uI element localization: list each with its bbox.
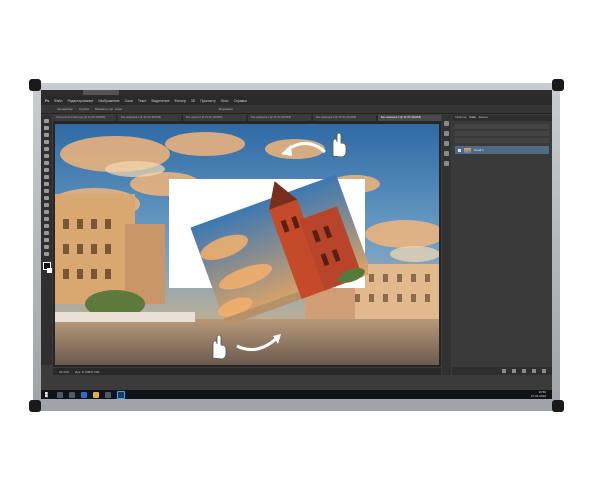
menu-item[interactable]: Файл — [54, 99, 62, 103]
history-icon[interactable] — [444, 121, 449, 126]
menu-bar: Ps Файл Редактирование Изображение Слои … — [41, 96, 552, 105]
brush-tool-icon[interactable] — [44, 168, 49, 172]
lock-row[interactable] — [455, 138, 549, 143]
option-label[interactable]: Показать упр. элем. — [95, 107, 123, 111]
properties-icon[interactable] — [444, 131, 449, 136]
blur-tool-icon[interactable] — [44, 203, 49, 207]
lasso-tool-icon[interactable] — [44, 133, 49, 137]
layer-name[interactable]: Слой 1 — [474, 148, 484, 152]
document-canvas[interactable] — [55, 124, 439, 365]
tab-channels[interactable]: Каналы — [479, 115, 488, 121]
swatches-icon[interactable] — [444, 141, 449, 146]
styles-icon[interactable] — [444, 161, 449, 166]
link-icon[interactable] — [502, 369, 506, 373]
tab-properties[interactable]: Свойства — [455, 115, 466, 121]
stamp-tool-icon[interactable] — [44, 175, 49, 179]
menu-item[interactable]: Текст — [138, 99, 147, 103]
document-size: Док: 8,79M/8,79M — [75, 369, 100, 374]
explorer-icon[interactable] — [93, 391, 99, 398]
hand-tool-icon[interactable] — [44, 245, 49, 249]
gradient-tool-icon[interactable] — [44, 196, 49, 200]
panel-footer — [452, 367, 552, 375]
menu-item[interactable]: Изображение — [98, 99, 119, 103]
menu-item[interactable]: Фильтр — [174, 99, 185, 103]
taskbar-clock[interactable]: 10:56 27.01.2016 — [530, 390, 546, 398]
eye-icon[interactable] — [458, 148, 461, 152]
menu-item[interactable]: 3D — [191, 99, 195, 103]
tools-panel — [41, 115, 52, 365]
task-view-icon[interactable] — [69, 391, 75, 398]
crop-tool-icon[interactable] — [44, 147, 49, 151]
blend-mode-row[interactable] — [455, 131, 549, 136]
hand-gesture-icon — [212, 334, 227, 360]
photoshop-logo: Ps — [45, 98, 50, 103]
clock-date: 27.01.2016 — [530, 393, 546, 398]
layer-thumbnail — [464, 147, 471, 153]
background-color-icon[interactable] — [46, 268, 52, 273]
eraser-tool-icon[interactable] — [44, 189, 49, 193]
panel-tabs: Свойства Слои Каналы — [452, 115, 552, 121]
layers-panel: Свойства Слои Каналы Слой 1 — [452, 115, 552, 375]
status-bar: 33,33% Док: 8,79M/8,79M — [53, 368, 441, 375]
new-layer-icon[interactable] — [532, 369, 536, 373]
layer-filter-row[interactable] — [455, 124, 549, 129]
move-tool-icon[interactable] — [44, 119, 49, 123]
menu-item[interactable]: Редактирование — [68, 99, 94, 103]
trash-icon[interactable] — [542, 369, 546, 373]
history-brush-icon[interactable] — [44, 182, 49, 186]
menu-item[interactable]: Окно — [221, 99, 229, 103]
edge-icon[interactable] — [81, 391, 87, 398]
healing-tool-icon[interactable] — [44, 161, 49, 165]
quick-select-tool-icon[interactable] — [44, 140, 49, 144]
menu-item[interactable]: Выделение — [151, 99, 169, 103]
frame-corner — [552, 400, 564, 412]
panel-icon-strip — [442, 115, 451, 375]
windows-taskbar: 10:56 27.01.2016 — [41, 390, 552, 399]
hand-gesture-icon — [332, 132, 347, 158]
frame-corner — [552, 79, 564, 91]
fx-icon[interactable] — [512, 369, 516, 373]
start-icon[interactable] — [45, 391, 48, 398]
frame-corner — [29, 400, 41, 412]
option-label[interactable]: Группа — [79, 107, 89, 111]
photoshop-icon[interactable] — [117, 390, 125, 399]
layer-row[interactable]: Слой 1 — [455, 146, 549, 154]
option-label[interactable]: Автовыбор: — [57, 107, 73, 111]
menu-item[interactable]: Справка — [234, 99, 247, 103]
store-icon[interactable] — [105, 391, 111, 398]
zoom-tool-icon[interactable] — [44, 252, 49, 256]
option-label[interactable]: 3D-режим: — [219, 107, 234, 111]
dodge-tool-icon[interactable] — [44, 210, 49, 214]
app-badge — [83, 90, 119, 95]
rotated-layer[interactable] — [188, 174, 368, 324]
search-icon[interactable] — [57, 391, 63, 398]
tab-layers[interactable]: Слои — [469, 115, 475, 121]
marquee-tool-icon[interactable] — [44, 126, 49, 130]
adjustments-icon[interactable] — [444, 151, 449, 156]
eyedropper-tool-icon[interactable] — [44, 154, 49, 158]
screen: Ps Файл Редактирование Изображение Слои … — [41, 90, 552, 399]
shape-tool-icon[interactable] — [44, 238, 49, 242]
type-tool-icon[interactable] — [44, 224, 49, 228]
menu-item[interactable]: Слои — [125, 99, 133, 103]
options-bar: Автовыбор: Группа Показать упр. элем. 3D… — [41, 105, 552, 114]
pen-tool-icon[interactable] — [44, 217, 49, 221]
frame-corner — [29, 79, 41, 91]
path-select-tool-icon[interactable] — [44, 231, 49, 235]
zoom-level[interactable]: 33,33% — [59, 370, 69, 374]
mask-icon[interactable] — [522, 369, 526, 373]
menu-item[interactable]: Просмотр — [200, 99, 216, 103]
rotate-arrow-bottom-icon — [236, 334, 281, 352]
